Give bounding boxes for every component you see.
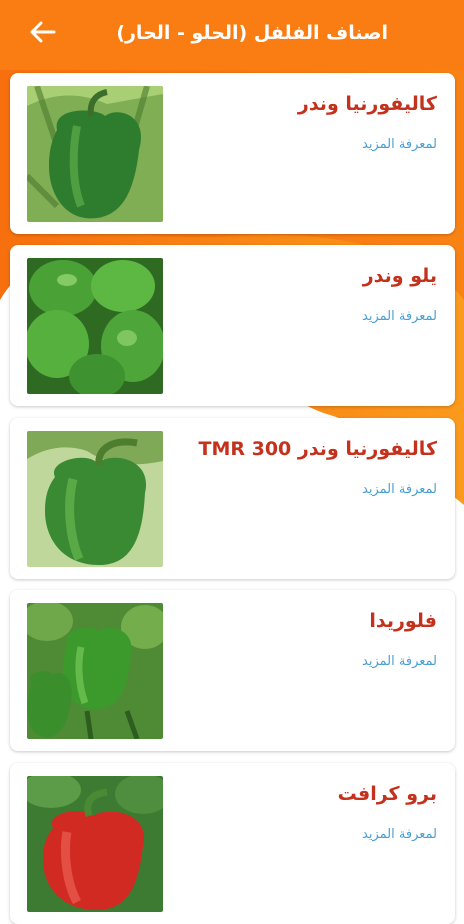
variety-list: كاليفورنيا وندر لمعرفة المزيد يلو وندر ل… xyxy=(0,0,464,924)
variety-name: كاليفورنيا وندر xyxy=(297,93,437,115)
learn-more-link[interactable]: لمعرفة المزيد xyxy=(362,137,437,152)
list-item[interactable]: يلو وندر لمعرفة المزيد xyxy=(10,245,455,406)
product-image xyxy=(27,86,163,222)
product-image xyxy=(27,258,163,394)
app-header: اصناف الفلفل (الحلو - الحار) xyxy=(0,0,464,66)
learn-more-link[interactable]: لمعرفة المزيد xyxy=(362,827,437,842)
variety-name: كاليفورنيا وندر TMR 300 xyxy=(198,438,438,460)
product-image xyxy=(27,603,163,739)
variety-name: فلوريدا xyxy=(369,610,437,632)
learn-more-link[interactable]: لمعرفة المزيد xyxy=(362,309,437,324)
variety-name: برو كرافت xyxy=(337,783,437,805)
learn-more-link[interactable]: لمعرفة المزيد xyxy=(362,482,437,497)
variety-name: يلو وندر xyxy=(362,265,437,287)
list-item[interactable]: كاليفورنيا وندر TMR 300 لمعرفة المزيد xyxy=(10,418,455,579)
page-title: اصناف الفلفل (الحلو - الحار) xyxy=(116,22,388,44)
arrow-left-icon xyxy=(30,21,56,43)
learn-more-link[interactable]: لمعرفة المزيد xyxy=(362,654,437,669)
list-item[interactable]: كاليفورنيا وندر لمعرفة المزيد xyxy=(10,73,455,234)
list-item[interactable]: فلوريدا لمعرفة المزيد xyxy=(10,590,455,751)
back-button[interactable] xyxy=(22,14,62,50)
product-image xyxy=(27,431,163,567)
product-image xyxy=(27,776,163,912)
